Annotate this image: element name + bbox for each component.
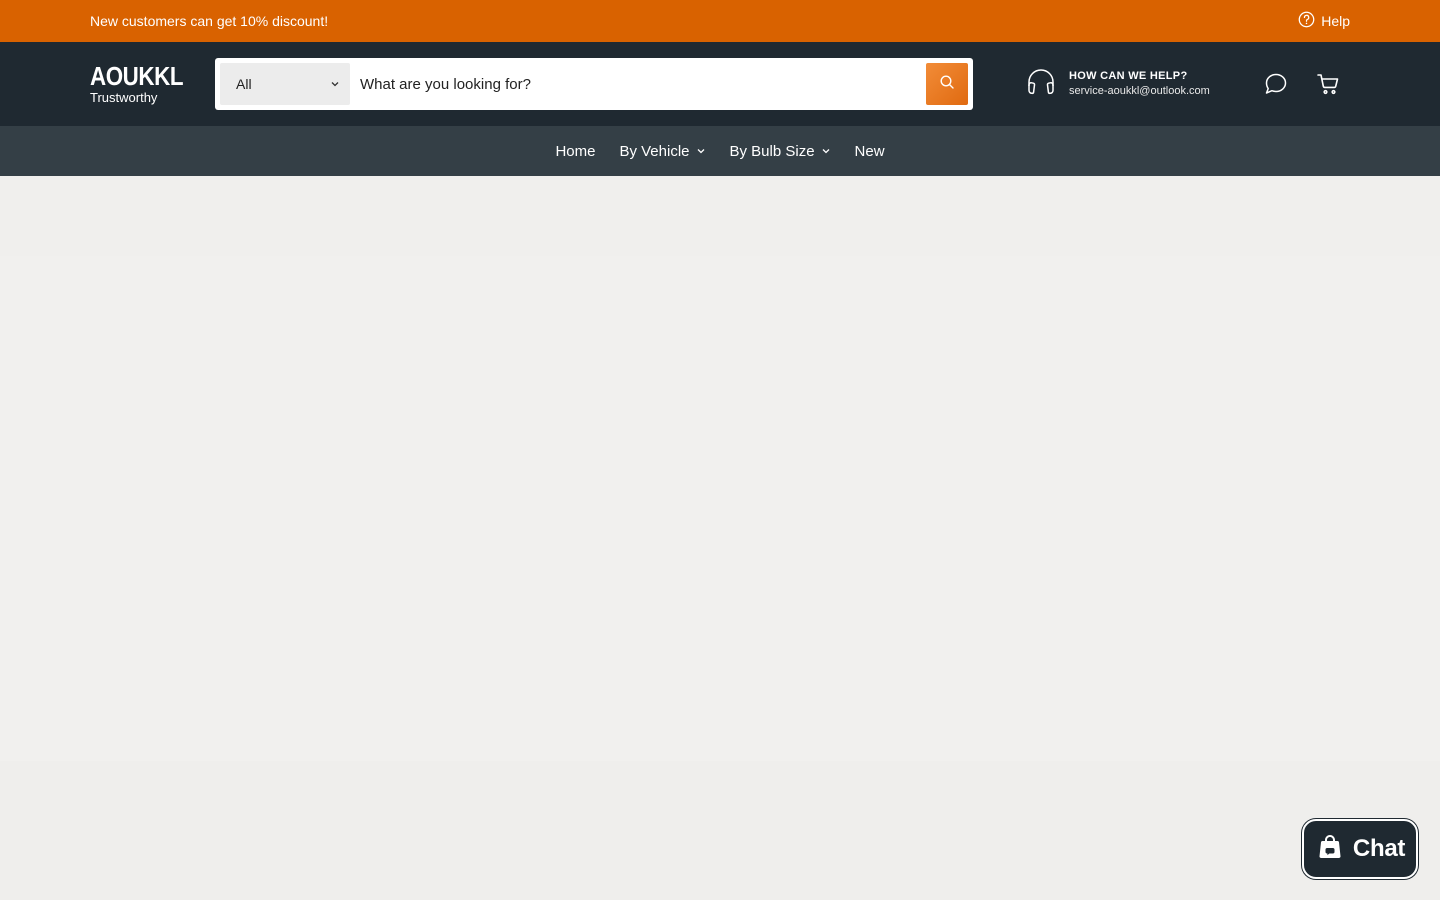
support-title: HOW CAN WE HELP?	[1069, 70, 1188, 82]
content-band-bottom	[0, 761, 1440, 900]
chat-label: Chat	[1352, 835, 1406, 862]
nav-item-by-bulb-size[interactable]: By Bulb Size	[730, 143, 831, 160]
help-link[interactable]: Help	[1298, 11, 1350, 31]
chevron-down-icon	[821, 143, 831, 160]
support-email[interactable]: service-aoukkl@outlook.com	[1069, 84, 1210, 99]
help-label: Help	[1321, 13, 1350, 29]
search-input[interactable]	[350, 63, 926, 105]
shopping-bag-chat-icon	[1315, 832, 1345, 867]
category-select[interactable]: All	[220, 63, 350, 105]
chat-bubble-icon[interactable]	[1264, 72, 1288, 96]
logo-name: AOUKKL	[90, 61, 184, 91]
nav-item-home[interactable]: Home	[555, 143, 595, 160]
search-icon	[939, 74, 955, 95]
cart-icon[interactable]	[1316, 72, 1340, 96]
content-band-top	[0, 176, 1440, 256]
nav-label-home: Home	[555, 142, 596, 160]
nav-label-by-bulb-size: By Bulb Size	[729, 142, 815, 160]
logo[interactable]: AOUKKL Trustworthy	[90, 62, 215, 106]
help-icon	[1298, 11, 1315, 31]
site-header: AOUKKL Trustworthy All HOW CAN WE HELP? …	[0, 42, 1440, 126]
search-bar: All	[215, 58, 973, 110]
category-value: All	[236, 76, 252, 92]
nav-item-new[interactable]: New	[855, 143, 885, 160]
header-icons	[1264, 72, 1350, 96]
content-area	[0, 256, 1440, 761]
nav-label-by-vehicle: By Vehicle	[619, 142, 690, 160]
nav-item-by-vehicle[interactable]: By Vehicle	[619, 143, 705, 160]
announcement-bar: New customers can get 10% discount! Help	[0, 0, 1440, 42]
search-button[interactable]	[926, 63, 968, 105]
headset-icon	[1025, 66, 1057, 103]
chevron-down-icon	[696, 143, 706, 160]
announcement-text: New customers can get 10% discount!	[90, 13, 329, 29]
main-content	[0, 176, 1440, 900]
chevron-down-icon	[330, 76, 340, 92]
chat-button[interactable]: Chat	[1302, 819, 1418, 879]
logo-tagline: Trustworthy	[90, 90, 158, 105]
support-contact[interactable]: HOW CAN WE HELP? service-aoukkl@outlook.…	[1025, 66, 1210, 103]
nav-label-new: New	[854, 142, 885, 160]
main-nav: Home By Vehicle By Bulb Size New	[0, 126, 1440, 176]
